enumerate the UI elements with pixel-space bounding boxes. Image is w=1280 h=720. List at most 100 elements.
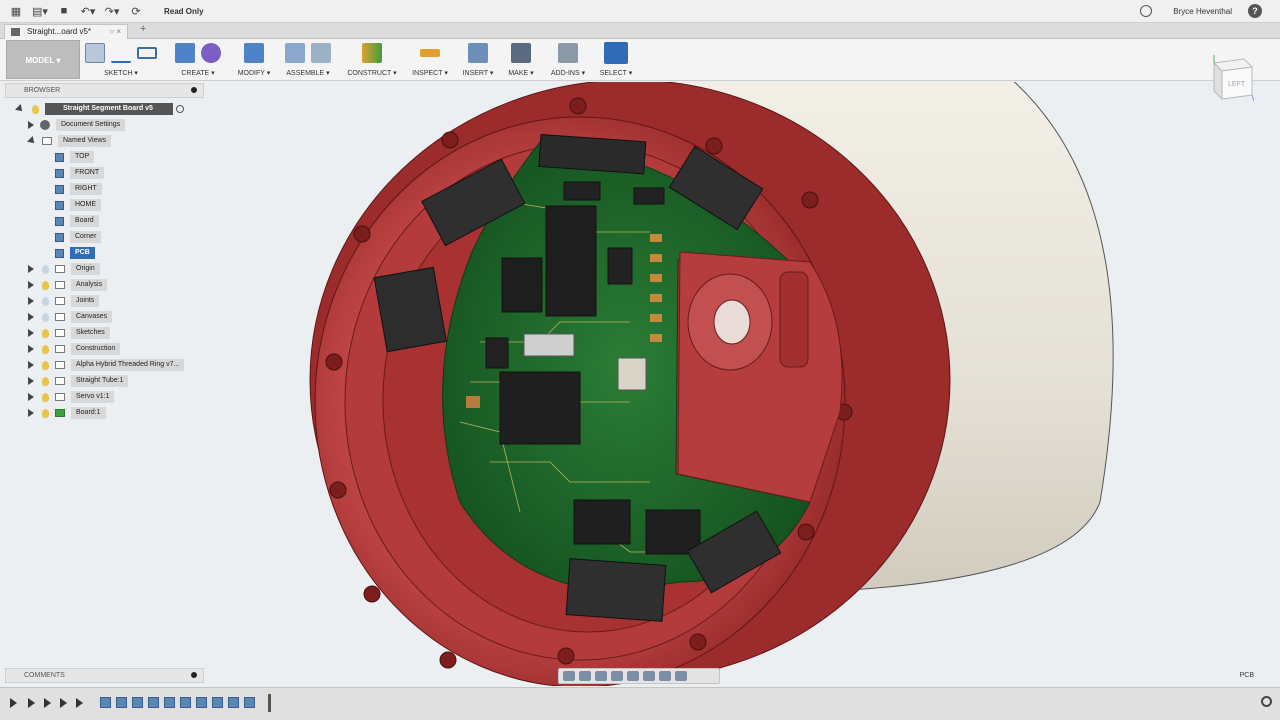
offset-plane-icon[interactable] [362, 43, 382, 63]
pin-icon[interactable] [191, 87, 197, 93]
grid-settings-icon[interactable] [659, 671, 671, 681]
view-item-selected[interactable]: PCB [55, 246, 95, 260]
inspect-menu[interactable]: INSPECT ▾ [410, 69, 450, 77]
named-views-label[interactable]: Named Views [58, 135, 112, 147]
tree-item-label[interactable]: Origin [71, 263, 100, 275]
view-cube[interactable]: LEFT [1210, 55, 1254, 105]
view-item[interactable]: Corner [55, 230, 102, 244]
visibility-bulb-icon[interactable] [42, 328, 49, 338]
new-tab-button[interactable]: + [140, 23, 146, 35]
display-settings-icon[interactable] [643, 671, 655, 681]
user-account-menu[interactable]: Bryce Heventhal [1173, 7, 1232, 16]
insert-menu[interactable]: INSERT ▾ [458, 69, 498, 77]
timeline-feature[interactable] [228, 697, 239, 708]
gear-icon[interactable] [1261, 696, 1272, 707]
expand-icon[interactable] [28, 329, 34, 337]
tree-item-label[interactable]: Construction [71, 343, 121, 355]
new-component-icon[interactable] [285, 43, 305, 63]
view-item[interactable]: HOME [55, 198, 101, 212]
save-icon[interactable]: ■ [56, 3, 72, 19]
comments-panel-header[interactable]: COMMENTS [5, 668, 204, 683]
step-back-icon[interactable] [28, 698, 35, 708]
timeline-feature[interactable] [116, 697, 127, 708]
workspace-switcher[interactable]: MODEL ▾ [6, 40, 80, 79]
tab-close-icon[interactable]: ○ × [109, 25, 121, 38]
go-to-start-icon[interactable] [10, 698, 17, 708]
select-menu[interactable]: SELECT ▾ [598, 69, 634, 77]
browser-panel-header[interactable]: BROWSER [5, 83, 204, 98]
look-at-icon[interactable] [579, 671, 591, 681]
form-icon[interactable] [201, 43, 221, 63]
construct-group[interactable]: CONSTRUCT ▾ [344, 42, 400, 78]
tree-item-label[interactable]: Servo v1:1 [71, 391, 115, 403]
view-label[interactable]: Corner [70, 231, 102, 243]
view-item[interactable]: TOP [55, 150, 95, 164]
timeline-feature[interactable] [180, 697, 191, 708]
tree-item[interactable]: Joints [28, 294, 100, 308]
view-label[interactable]: TOP [70, 151, 95, 163]
app-grid-icon[interactable]: ▦ [8, 3, 24, 19]
timeline-feature[interactable] [164, 697, 175, 708]
view-label[interactable]: HOME [70, 199, 101, 211]
joint-icon[interactable] [311, 43, 331, 63]
zoom-window-icon[interactable] [627, 671, 639, 681]
construct-menu[interactable]: CONSTRUCT ▾ [344, 69, 400, 77]
tree-named-views[interactable]: Named Views [27, 134, 112, 148]
tree-item[interactable]: Alpha Hybrid Threaded Ring v7... [28, 358, 185, 372]
expand-icon[interactable] [28, 393, 34, 401]
modify-menu[interactable]: MODIFY ▾ [236, 69, 272, 77]
tree-item[interactable]: Canvases [28, 310, 113, 324]
tree-item-label[interactable]: Straight Tube:1 [71, 375, 129, 387]
view-label[interactable]: FRONT [70, 167, 105, 179]
help-icon[interactable]: ? [1248, 4, 1262, 18]
expand-icon[interactable] [28, 121, 34, 129]
expand-icon[interactable] [28, 313, 34, 321]
tree-item[interactable]: Construction [28, 342, 121, 356]
expand-icon[interactable] [28, 281, 34, 289]
tree-item[interactable]: Sketches [28, 326, 110, 340]
tree-item-label[interactable]: Analysis [71, 279, 108, 291]
tree-item-label[interactable]: Joints [71, 295, 100, 307]
measure-icon[interactable] [420, 49, 440, 57]
zoom-icon[interactable] [611, 671, 623, 681]
tree-item-label[interactable]: Board:1 [71, 407, 106, 419]
tree-item[interactable]: Straight Tube:1 [28, 374, 129, 388]
view-label[interactable]: PCB [70, 247, 95, 259]
visibility-bulb-icon[interactable] [42, 312, 49, 322]
expand-icon[interactable] [28, 361, 34, 369]
create-sketch-icon[interactable] [85, 43, 105, 63]
timeline-feature[interactable] [244, 697, 255, 708]
viewports-icon[interactable] [675, 671, 687, 681]
assemble-menu[interactable]: ASSEMBLE ▾ [284, 69, 332, 77]
pan-icon[interactable] [595, 671, 607, 681]
tree-document-settings[interactable]: Document Settings [28, 118, 126, 132]
tree-item[interactable]: Analysis [28, 278, 108, 292]
tree-root[interactable]: Straight Segment Board v5 [15, 102, 184, 116]
expand-icon[interactable] [28, 345, 34, 353]
rectangle-icon[interactable] [137, 47, 157, 59]
assemble-group[interactable]: ASSEMBLE ▾ [284, 42, 332, 78]
timeline-feature[interactable] [132, 697, 143, 708]
tree-item-label[interactable]: Sketches [71, 327, 110, 339]
add-ins-group[interactable]: ADD-INS ▾ [544, 42, 592, 78]
inspect-group[interactable]: INSPECT ▾ [410, 42, 450, 78]
press-pull-icon[interactable] [244, 43, 264, 63]
make-group[interactable]: MAKE ▾ [504, 42, 538, 78]
modify-group[interactable]: MODIFY ▾ [236, 42, 272, 78]
spline-icon[interactable] [111, 43, 131, 63]
visibility-bulb-icon[interactable] [42, 264, 49, 274]
refresh-icon[interactable]: ⟳ [128, 3, 144, 19]
insert-image-icon[interactable] [468, 43, 488, 63]
extrude-icon[interactable] [175, 43, 195, 63]
visibility-bulb-icon[interactable] [42, 344, 49, 354]
document-tab[interactable]: Straight...oard v5* ○ × [4, 24, 128, 39]
file-menu-icon[interactable]: ▤▾ [32, 3, 48, 19]
tree-item[interactable]: Board:1 [28, 406, 106, 420]
tree-item-label[interactable]: Alpha Hybrid Threaded Ring v7... [71, 359, 185, 371]
go-to-end-icon[interactable] [76, 698, 83, 708]
visibility-bulb-icon[interactable] [42, 296, 49, 306]
tree-item-label[interactable]: Canvases [71, 311, 113, 323]
redo-icon[interactable]: ↷▾ [104, 3, 120, 19]
expand-icon[interactable] [28, 377, 34, 385]
select-icon[interactable] [604, 42, 628, 64]
